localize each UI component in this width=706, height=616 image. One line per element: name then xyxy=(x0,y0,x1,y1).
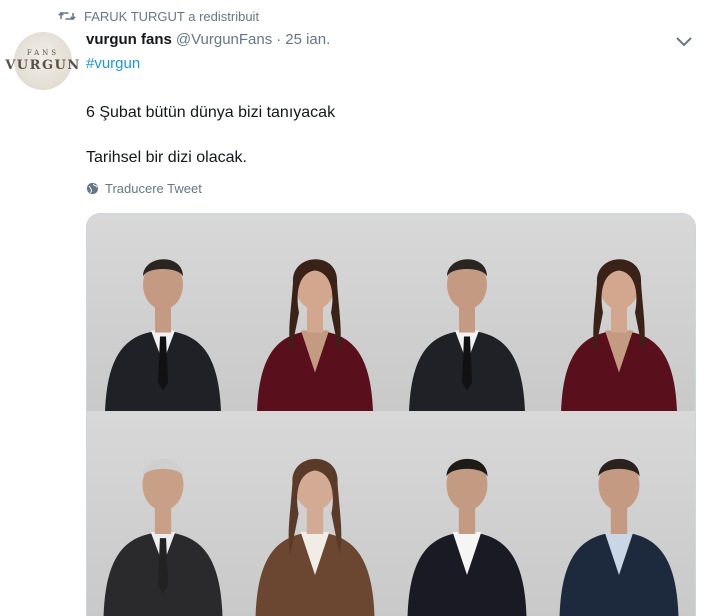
tweet-media[interactable] xyxy=(86,213,696,616)
display-name[interactable]: vurgun fans xyxy=(86,31,172,48)
portrait-image xyxy=(105,259,221,411)
portrait-image xyxy=(407,458,527,616)
tweet-text: 6 Şubat bütün dünya bizi tanıyacak Tarih… xyxy=(86,102,335,169)
hashtag-link[interactable]: #vurgun xyxy=(86,55,140,72)
photo-cell[interactable] xyxy=(87,214,239,411)
photo-cell[interactable] xyxy=(239,411,391,616)
user-handle[interactable]: @VurgunFans xyxy=(176,31,272,48)
photo-cell[interactable] xyxy=(543,411,695,616)
portrait-image xyxy=(559,458,679,616)
photo-cell[interactable] xyxy=(239,214,391,411)
photo-cell[interactable] xyxy=(87,411,239,616)
photo-cell[interactable] xyxy=(543,214,695,411)
photo-cell[interactable] xyxy=(391,411,543,616)
retweet-context[interactable]: FARUK TURGUT a redistribuit xyxy=(58,6,259,26)
retweet-text: FARUK TURGUT a redistribuit xyxy=(84,8,260,24)
separator-dot: · xyxy=(276,31,282,48)
avatar-logo-main: VURGUN xyxy=(5,58,81,73)
photo-grid xyxy=(87,214,695,616)
portrait-image xyxy=(257,259,373,411)
tweet-header: vurgun fans @VurgunFans · 25 ian. xyxy=(86,31,330,48)
tweet-paragraph: 6 Şubat bütün dünya bizi tanıyacak xyxy=(86,104,336,121)
avatar-logo-top: FANS xyxy=(26,49,60,57)
portrait-image xyxy=(409,259,525,411)
portrait-image xyxy=(255,458,375,616)
portrait-image xyxy=(103,458,223,616)
translate-label: Traducere Tweet xyxy=(105,181,202,196)
chevron-down-icon[interactable] xyxy=(674,34,694,50)
tweet-paragraph: Tarihsel bir dizi olacak. xyxy=(86,149,247,166)
retweet-icon xyxy=(58,11,76,21)
tweet-date[interactable]: 25 ian. xyxy=(285,31,330,48)
avatar[interactable]: FANS VURGUN xyxy=(5,32,79,90)
portrait-image xyxy=(561,259,677,411)
globe-icon xyxy=(86,182,99,195)
photo-cell[interactable] xyxy=(391,214,543,411)
translate-tweet-button[interactable]: Traducere Tweet xyxy=(86,181,202,196)
